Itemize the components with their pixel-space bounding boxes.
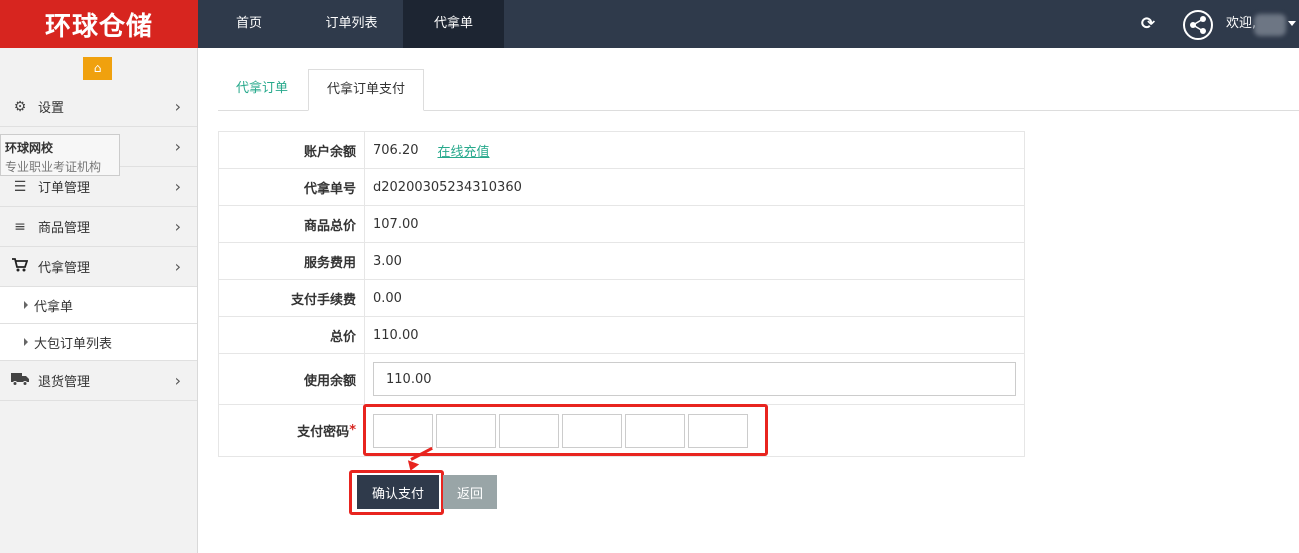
table-row: 代拿单号 d20200305234310360 <box>219 169 1024 206</box>
gears-icon: ⚙ <box>13 98 27 115</box>
confirm-payment-button[interactable]: 确认支付 <box>357 475 439 509</box>
cart-icon <box>10 257 30 276</box>
truck-icon <box>10 372 30 390</box>
chevron-right-icon: › <box>174 177 181 196</box>
caret-down-icon[interactable] <box>1288 21 1296 26</box>
chevron-right-icon: › <box>174 217 181 236</box>
caret-right-icon <box>24 338 28 346</box>
welcome-text: 欢迎, <box>1226 16 1257 31</box>
payment-fee-value: 0.00 <box>373 290 402 306</box>
recharge-online-link[interactable]: 在线充值 <box>438 141 490 160</box>
row-label: 代拿单号 <box>219 169 365 205</box>
order-number-value: d20200305234310360 <box>373 179 522 195</box>
username-redacted[interactable] <box>1254 14 1286 36</box>
sidebar-subitem-proxy-order[interactable]: 代拿单 <box>0 287 197 324</box>
logo-text: 环球仓储 <box>44 11 153 42</box>
sidebar-item-label: 设置 <box>38 101 65 116</box>
chevron-right-icon: › <box>174 371 181 390</box>
row-label: 总价 <box>219 317 365 353</box>
chevron-right-icon: › <box>174 257 181 276</box>
chevron-right-icon: › <box>174 137 181 156</box>
sidebar-item-label: 商品管理 <box>38 221 91 236</box>
row-label: 账户余额 <box>219 132 365 168</box>
sidebar-item-products[interactable]: ≡ 商品管理 › <box>0 207 197 247</box>
sidebar-item-returns[interactable]: 退货管理 › <box>0 361 197 401</box>
sidebar-item-settings[interactable]: ⚙ 设置 › <box>0 87 197 127</box>
top-navbar: 环球仓储 首页 订单列表 代拿单 ⟳ 欢迎, <box>0 0 1299 48</box>
list-icon: ≡ <box>14 218 26 235</box>
use-balance-input[interactable] <box>373 362 1016 396</box>
table-row: 商品总价 107.00 <box>219 206 1024 243</box>
sidebar-subitem-label: 大包订单列表 <box>34 336 113 352</box>
row-label: 支付密码 * <box>219 405 365 456</box>
table-row: 总价 110.00 <box>219 317 1024 354</box>
service-fee-value: 3.00 <box>373 253 402 269</box>
row-label: 支付手续费 <box>219 280 365 316</box>
password-label: 支付密码 <box>297 425 350 440</box>
share-icon[interactable] <box>1183 10 1213 40</box>
sidebar-item-proxy-pickup[interactable]: 代拿管理 › <box>0 247 197 287</box>
nav-home[interactable]: 首页 <box>198 0 300 48</box>
total-price-value: 110.00 <box>373 327 419 343</box>
tab-proxy-order-payment[interactable]: 代拿订单支付 <box>308 69 424 111</box>
tab-bar: 代拿订单 代拿订单支付 <box>218 69 1299 111</box>
nav-order-list[interactable]: 订单列表 <box>300 0 403 48</box>
table-row: 使用余额 <box>219 354 1024 405</box>
sidebar-item-label: 代拿管理 <box>38 261 91 276</box>
bars-icon: ☰ <box>13 178 27 195</box>
brand-logo[interactable]: 环球仓储 <box>0 0 198 48</box>
table-row: 服务费用 3.00 <box>219 243 1024 280</box>
table-row: 支付手续费 0.00 <box>219 280 1024 317</box>
caret-right-icon <box>24 301 28 309</box>
sidebar-item-label: 退货管理 <box>38 375 91 390</box>
row-label: 使用余额 <box>219 354 365 404</box>
chevron-right-icon: › <box>174 97 181 116</box>
back-button[interactable]: 返回 <box>443 475 497 509</box>
sidebar: ⌂ ⚙ 设置 › › ☰ 订单管理 › ≡ 商品管理 › 代拿管理 › 代拿单 … <box>0 48 198 553</box>
hover-tooltip: 环球网校 专业职业考证机构 <box>0 134 120 176</box>
annotation-highlight-password <box>363 404 768 456</box>
sidebar-subitem-bulk-orders[interactable]: 大包订单列表 <box>0 324 197 361</box>
refresh-icon[interactable]: ⟳ <box>1139 14 1157 34</box>
table-row: 账户余额 706.20 在线充值 <box>219 132 1024 169</box>
home-icon[interactable]: ⌂ <box>83 57 112 80</box>
sidebar-item-label: 订单管理 <box>38 181 91 196</box>
nav-proxy-pickup[interactable]: 代拿单 <box>403 0 504 48</box>
row-label: 商品总价 <box>219 206 365 242</box>
row-label: 服务费用 <box>219 243 365 279</box>
tooltip-subtitle: 专业职业考证机构 <box>5 160 102 174</box>
required-mark: * <box>349 423 356 438</box>
tooltip-title: 环球网校 <box>5 141 54 155</box>
tab-proxy-order[interactable]: 代拿订单 <box>218 69 306 111</box>
account-balance-value: 706.20 <box>373 142 419 158</box>
goods-total-value: 107.00 <box>373 216 419 232</box>
sidebar-subitem-label: 代拿单 <box>34 299 74 315</box>
